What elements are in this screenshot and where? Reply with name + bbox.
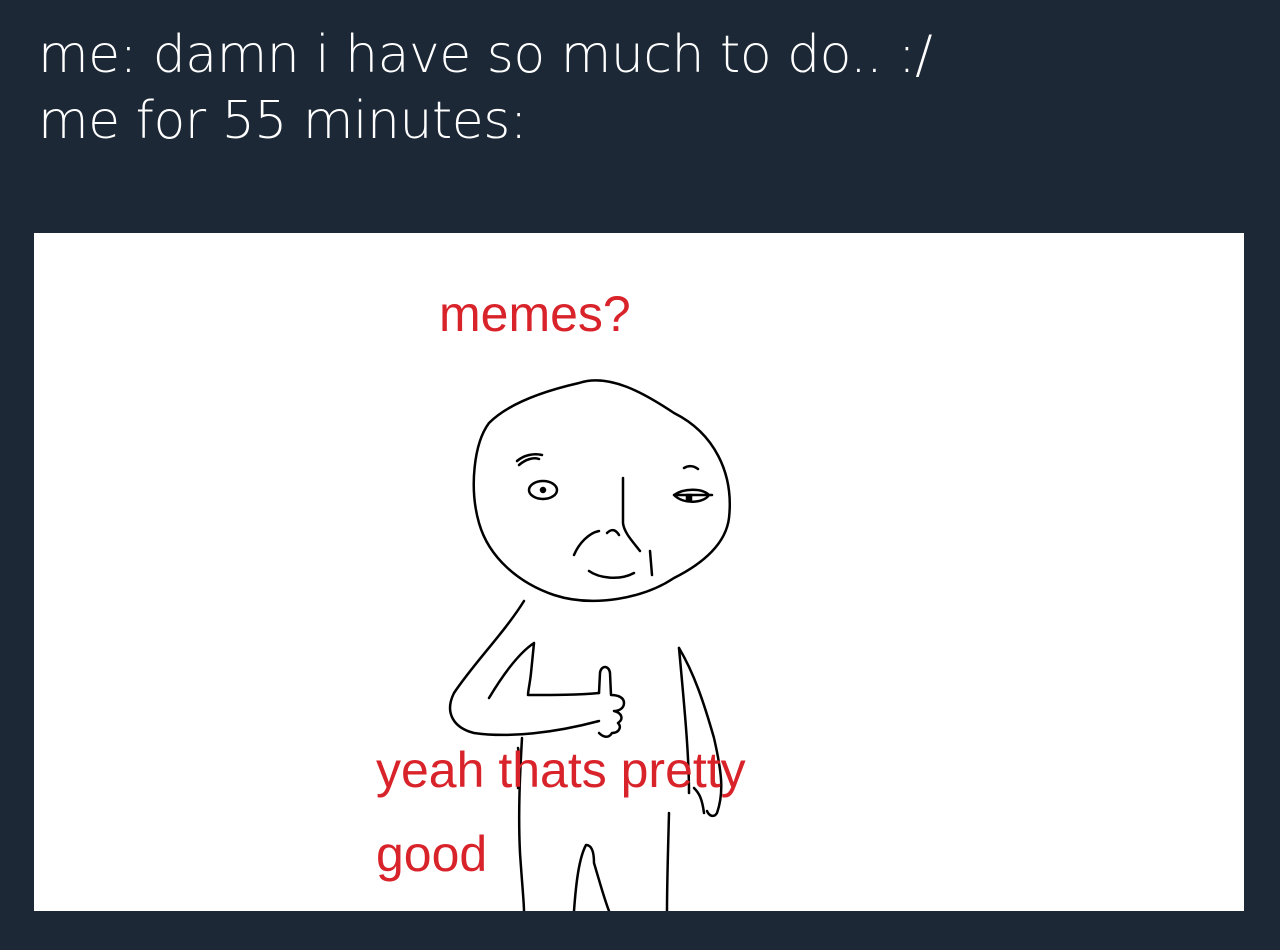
meme-bottom-text-line-1: yeah thats pretty [376, 742, 746, 798]
figure-mouth [587, 569, 636, 579]
meme-image[interactable]: memes? yeah thats pretty good [34, 233, 1244, 911]
figure-left-eyebrow [515, 453, 544, 467]
tweet: me: damn i have so much to do.. :/ me fo… [0, 0, 1280, 950]
caption-line-1: me: damn i have so much to do.. :/ [38, 25, 933, 85]
figure-thumb [597, 665, 626, 738]
stick-figure-drawing [448, 379, 731, 911]
tweet-caption: me: damn i have so much to do.. :/ me fo… [38, 22, 933, 154]
figure-right-eyebrow [682, 464, 700, 471]
figure-body [448, 599, 601, 737]
meme-bottom-text-line-2: good [376, 826, 488, 882]
caption-line-2: me for 55 minutes: [38, 91, 527, 151]
figure-nose [621, 476, 642, 553]
figure-right-eye [672, 488, 714, 503]
meme-top-text: memes? [439, 286, 631, 342]
